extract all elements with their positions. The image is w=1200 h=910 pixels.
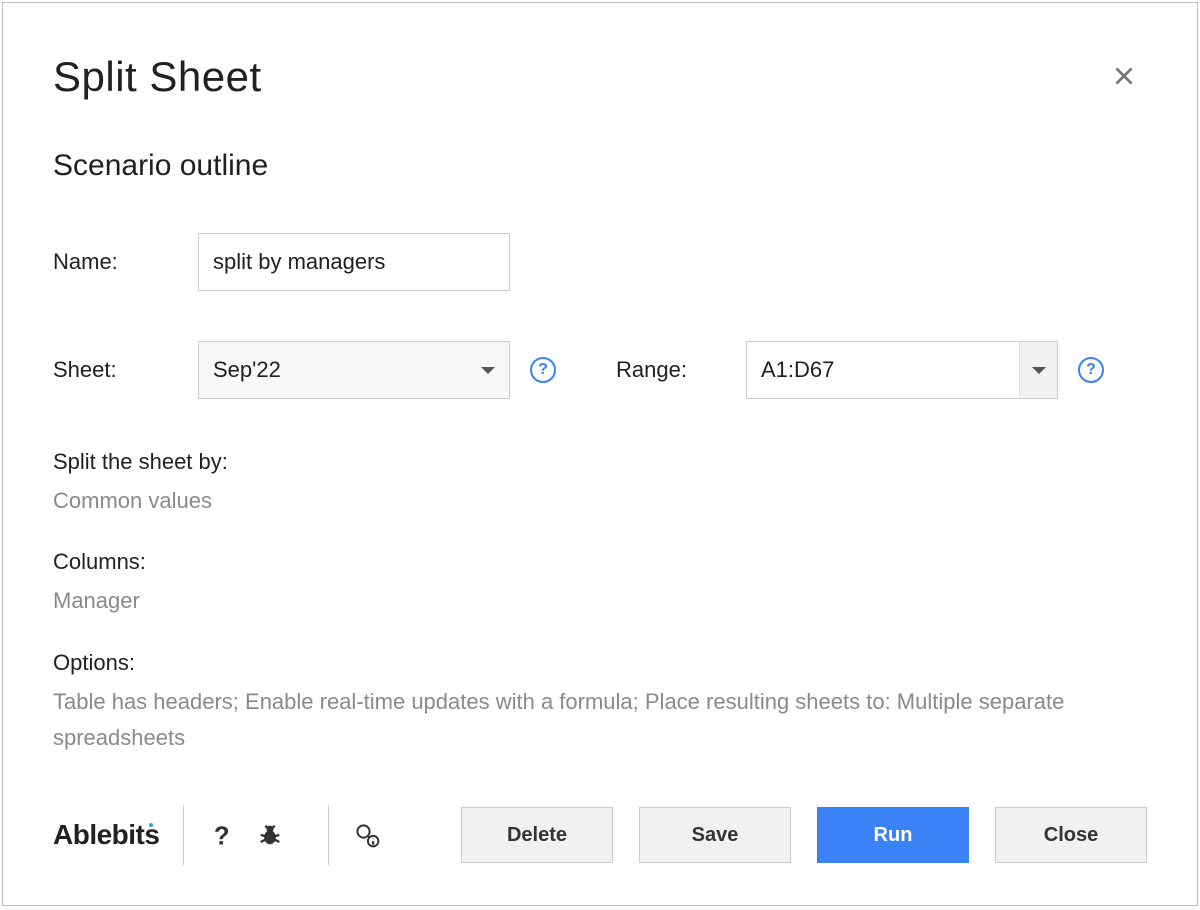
columns-label: Columns: <box>53 549 1147 575</box>
brand-logo: Ablebits <box>53 819 159 851</box>
name-row: Name: <box>53 233 1147 291</box>
help-icon[interactable]: ? <box>208 821 236 849</box>
chevron-down-icon <box>1032 367 1046 374</box>
bug-icon[interactable] <box>256 821 284 849</box>
summary-block: Split the sheet by: Common values Column… <box>53 449 1147 756</box>
delete-button[interactable]: Delete <box>461 807 613 863</box>
sheet-label: Sheet: <box>53 357 198 383</box>
dialog-subtitle: Scenario outline <box>53 149 1147 183</box>
divider <box>328 805 329 865</box>
range-select-value: A1:D67 <box>761 357 834 383</box>
run-button[interactable]: Run <box>817 807 969 863</box>
brand-dot <box>149 823 153 827</box>
sheet-range-row: Sheet: Sep'22 ? Range: A1:D67 ? <box>53 341 1147 399</box>
sheet-help-icon[interactable]: ? <box>530 357 556 383</box>
name-label: Name: <box>53 249 198 275</box>
divider <box>183 805 184 865</box>
search-info-icon[interactable] <box>353 821 381 849</box>
options-value: Table has headers; Enable real-time upda… <box>53 684 1147 757</box>
sheet-select-value: Sep'22 <box>213 357 281 383</box>
close-button[interactable]: Close <box>995 807 1147 863</box>
split-sheet-dialog: Split Sheet Scenario outline Name: Sheet… <box>2 2 1198 906</box>
dialog-title: Split Sheet <box>53 53 1147 101</box>
columns-value: Manager <box>53 583 1147 619</box>
split-by-value: Common values <box>53 483 1147 519</box>
range-help-icon[interactable]: ? <box>1078 357 1104 383</box>
chevron-down-icon <box>481 367 495 374</box>
sheet-select[interactable]: Sep'22 <box>198 341 510 399</box>
name-input[interactable] <box>198 233 510 291</box>
close-icon[interactable] <box>1111 63 1137 94</box>
range-label: Range: <box>616 357 746 383</box>
footer-bar: Ablebits ? <box>53 805 1147 865</box>
split-by-label: Split the sheet by: <box>53 449 1147 475</box>
range-select[interactable]: A1:D67 <box>746 341 1058 399</box>
options-label: Options: <box>53 650 1147 676</box>
brand-text: Ablebits <box>53 819 159 850</box>
svg-text:?: ? <box>214 822 230 849</box>
save-button[interactable]: Save <box>639 807 791 863</box>
